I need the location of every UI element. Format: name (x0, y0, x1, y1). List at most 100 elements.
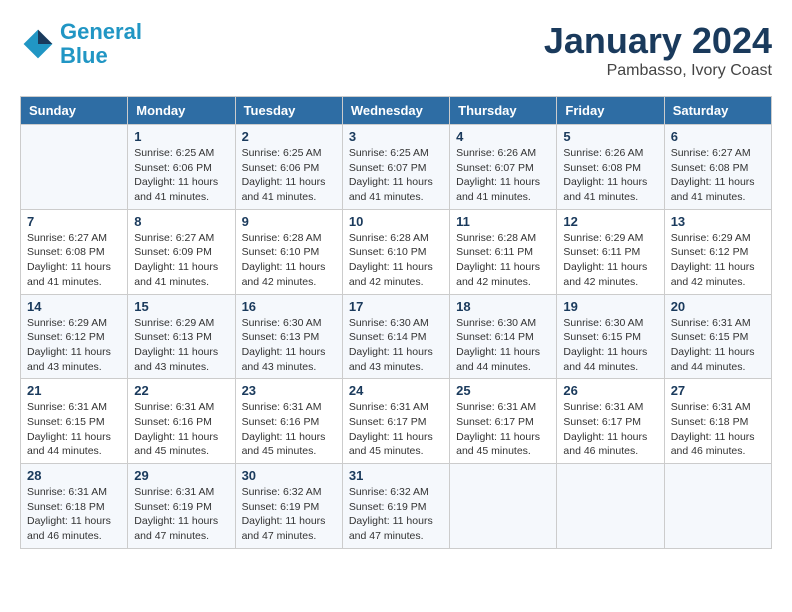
calendar-cell: 9Sunrise: 6:28 AMSunset: 6:10 PMDaylight… (235, 209, 342, 294)
day-number: 28 (27, 468, 121, 483)
calendar-cell: 31Sunrise: 6:32 AMSunset: 6:19 PMDayligh… (342, 464, 449, 549)
day-number: 24 (349, 383, 443, 398)
day-number: 6 (671, 129, 765, 144)
day-detail: Sunrise: 6:28 AMSunset: 6:10 PMDaylight:… (242, 231, 336, 290)
day-number: 20 (671, 299, 765, 314)
weekday-header-friday: Friday (557, 97, 664, 125)
day-detail: Sunrise: 6:26 AMSunset: 6:08 PMDaylight:… (563, 146, 657, 205)
calendar-week-row: 14 Sunrise: 6:29 AMSunset: 6:12 PMDayligh… (21, 294, 772, 379)
day-detail: Sunrise: 6:26 AMSunset: 6:07 PMDaylight:… (456, 146, 550, 205)
day-detail: Sunrise: 6:27 AMSunset: 6:08 PMDaylight:… (27, 231, 121, 290)
day-detail: Sunrise: 6:32 AMSunset: 6:19 PMDaylight:… (349, 485, 443, 544)
day-detail: Sunrise: 6:29 AMSunset: 6:11 PMDaylight:… (563, 231, 657, 290)
calendar-cell (450, 464, 557, 549)
calendar-cell: 17 Sunrise: 6:30 AMSunset: 6:14 PMDayligh… (342, 294, 449, 379)
day-detail: Sunrise: 6:31 AMSunset: 6:16 PMDaylight:… (134, 400, 228, 459)
calendar-cell: 7 Sunrise: 6:27 AMSunset: 6:08 PMDaylight… (21, 209, 128, 294)
day-detail: Sunrise: 6:29 AMSunset: 6:13 PMDaylight:… (134, 316, 228, 375)
calendar-cell: 3Sunrise: 6:25 AMSunset: 6:07 PMDaylight… (342, 125, 449, 210)
day-detail: Sunrise: 6:31 AMSunset: 6:18 PMDaylight:… (27, 485, 121, 544)
calendar-cell: 6 Sunrise: 6:27 AMSunset: 6:08 PMDaylight… (664, 125, 771, 210)
calendar-cell: 22Sunrise: 6:31 AMSunset: 6:16 PMDayligh… (128, 379, 235, 464)
calendar-cell: 11Sunrise: 6:28 AMSunset: 6:11 PMDayligh… (450, 209, 557, 294)
day-detail: Sunrise: 6:29 AMSunset: 6:12 PMDaylight:… (27, 316, 121, 375)
calendar-cell (21, 125, 128, 210)
day-detail: Sunrise: 6:30 AMSunset: 6:13 PMDaylight:… (242, 316, 336, 375)
day-number: 12 (563, 214, 657, 229)
calendar-week-row: 7 Sunrise: 6:27 AMSunset: 6:08 PMDaylight… (21, 209, 772, 294)
calendar-cell: 23 Sunrise: 6:31 AMSunset: 6:16 PMDayligh… (235, 379, 342, 464)
day-number: 14 (27, 299, 121, 314)
calendar-cell: 29 Sunrise: 6:31 AMSunset: 6:19 PMDayligh… (128, 464, 235, 549)
weekday-header-sunday: Sunday (21, 97, 128, 125)
page-header: General Blue January 2024 Pambasso, Ivor… (20, 20, 772, 80)
title-block: January 2024 Pambasso, Ivory Coast (544, 20, 772, 80)
calendar-cell: 24 Sunrise: 6:31 AMSunset: 6:17 PMDayligh… (342, 379, 449, 464)
day-detail: Sunrise: 6:31 AMSunset: 6:18 PMDaylight:… (671, 400, 765, 459)
weekday-header-thursday: Thursday (450, 97, 557, 125)
day-number: 7 (27, 214, 121, 229)
day-number: 26 (563, 383, 657, 398)
calendar-cell: 28 Sunrise: 6:31 AMSunset: 6:18 PMDayligh… (21, 464, 128, 549)
weekday-header-row: SundayMondayTuesdayWednesdayThursdayFrid… (21, 97, 772, 125)
calendar-cell: 19 Sunrise: 6:30 AMSunset: 6:15 PMDayligh… (557, 294, 664, 379)
calendar-cell: 27 Sunrise: 6:31 AMSunset: 6:18 PMDayligh… (664, 379, 771, 464)
day-number: 10 (349, 214, 443, 229)
month-title: January 2024 (544, 20, 772, 62)
day-detail: Sunrise: 6:27 AMSunset: 6:08 PMDaylight:… (671, 146, 765, 205)
calendar-cell: 16 Sunrise: 6:30 AMSunset: 6:13 PMDayligh… (235, 294, 342, 379)
calendar-week-row: 1Sunrise: 6:25 AMSunset: 6:06 PMDaylight… (21, 125, 772, 210)
day-detail: Sunrise: 6:30 AMSunset: 6:15 PMDaylight:… (563, 316, 657, 375)
calendar-cell: 14 Sunrise: 6:29 AMSunset: 6:12 PMDayligh… (21, 294, 128, 379)
day-detail: Sunrise: 6:31 AMSunset: 6:17 PMDaylight:… (456, 400, 550, 459)
logo-icon (20, 26, 56, 62)
day-number: 29 (134, 468, 228, 483)
day-number: 27 (671, 383, 765, 398)
day-detail: Sunrise: 6:31 AMSunset: 6:17 PMDaylight:… (349, 400, 443, 459)
day-number: 13 (671, 214, 765, 229)
day-detail: Sunrise: 6:25 AMSunset: 6:07 PMDaylight:… (349, 146, 443, 205)
calendar-cell: 12 Sunrise: 6:29 AMSunset: 6:11 PMDayligh… (557, 209, 664, 294)
day-number: 17 (349, 299, 443, 314)
weekday-header-tuesday: Tuesday (235, 97, 342, 125)
day-number: 2 (242, 129, 336, 144)
calendar-cell: 26 Sunrise: 6:31 AMSunset: 6:17 PMDayligh… (557, 379, 664, 464)
day-detail: Sunrise: 6:30 AMSunset: 6:14 PMDaylight:… (456, 316, 550, 375)
weekday-header-monday: Monday (128, 97, 235, 125)
weekday-header-wednesday: Wednesday (342, 97, 449, 125)
day-detail: Sunrise: 6:31 AMSunset: 6:15 PMDaylight:… (27, 400, 121, 459)
logo: General Blue (20, 20, 142, 68)
day-detail: Sunrise: 6:32 AMSunset: 6:19 PMDaylight:… (242, 485, 336, 544)
weekday-header-saturday: Saturday (664, 97, 771, 125)
day-number: 18 (456, 299, 550, 314)
calendar-cell: 8Sunrise: 6:27 AMSunset: 6:09 PMDaylight… (128, 209, 235, 294)
day-number: 11 (456, 214, 550, 229)
calendar-cell: 1Sunrise: 6:25 AMSunset: 6:06 PMDaylight… (128, 125, 235, 210)
day-detail: Sunrise: 6:30 AMSunset: 6:14 PMDaylight:… (349, 316, 443, 375)
day-detail: Sunrise: 6:25 AMSunset: 6:06 PMDaylight:… (242, 146, 336, 205)
logo-text: General Blue (60, 20, 142, 68)
calendar-cell: 30Sunrise: 6:32 AMSunset: 6:19 PMDayligh… (235, 464, 342, 549)
calendar-cell: 5Sunrise: 6:26 AMSunset: 6:08 PMDaylight… (557, 125, 664, 210)
day-detail: Sunrise: 6:27 AMSunset: 6:09 PMDaylight:… (134, 231, 228, 290)
calendar-cell: 15Sunrise: 6:29 AMSunset: 6:13 PMDayligh… (128, 294, 235, 379)
calendar-cell: 2 Sunrise: 6:25 AMSunset: 6:06 PMDaylight… (235, 125, 342, 210)
day-detail: Sunrise: 6:31 AMSunset: 6:16 PMDaylight:… (242, 400, 336, 459)
day-detail: Sunrise: 6:31 AMSunset: 6:15 PMDaylight:… (671, 316, 765, 375)
day-number: 16 (242, 299, 336, 314)
calendar-cell: 10Sunrise: 6:28 AMSunset: 6:10 PMDayligh… (342, 209, 449, 294)
calendar-cell: 18 Sunrise: 6:30 AMSunset: 6:14 PMDayligh… (450, 294, 557, 379)
day-number: 25 (456, 383, 550, 398)
calendar-cell (664, 464, 771, 549)
day-number: 19 (563, 299, 657, 314)
day-detail: Sunrise: 6:25 AMSunset: 6:06 PMDaylight:… (134, 146, 228, 205)
calendar-cell: 25 Sunrise: 6:31 AMSunset: 6:17 PMDayligh… (450, 379, 557, 464)
day-detail: Sunrise: 6:31 AMSunset: 6:17 PMDaylight:… (563, 400, 657, 459)
day-detail: Sunrise: 6:29 AMSunset: 6:12 PMDaylight:… (671, 231, 765, 290)
calendar-table: SundayMondayTuesdayWednesdayThursdayFrid… (20, 96, 772, 549)
day-number: 21 (27, 383, 121, 398)
day-detail: Sunrise: 6:31 AMSunset: 6:19 PMDaylight:… (134, 485, 228, 544)
calendar-cell: 4Sunrise: 6:26 AMSunset: 6:07 PMDaylight… (450, 125, 557, 210)
day-number: 23 (242, 383, 336, 398)
calendar-cell (557, 464, 664, 549)
